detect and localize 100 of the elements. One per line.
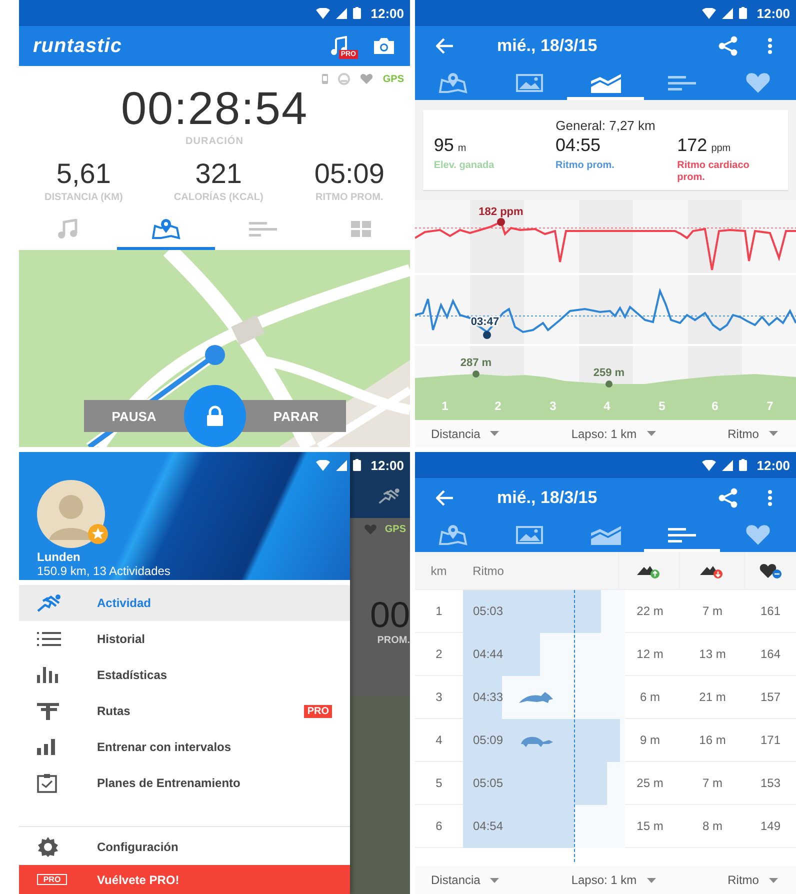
elevation-min-label: 259 m	[593, 367, 625, 379]
more-icon	[768, 38, 772, 54]
table-cell-text: 6 m	[638, 689, 661, 706]
upgrade-label: Vuélvete PRO!	[97, 872, 180, 886]
grid-icon	[351, 220, 372, 236]
table-cell-text: 9 m	[638, 732, 661, 749]
clock: 12:00	[756, 6, 790, 20]
screen-title: mié., 18/3/15	[497, 36, 598, 56]
signal-icon	[722, 460, 733, 470]
dropdown[interactable]: Lapso: 1 km	[571, 426, 656, 440]
dropdown[interactable]: Distancia	[431, 426, 500, 440]
signpost-icon	[37, 702, 59, 720]
table-cell-text: 25 m	[636, 775, 664, 792]
battery-icon	[352, 7, 361, 19]
wifi-icon	[316, 8, 330, 18]
table-cell-text: 15 m	[636, 818, 664, 835]
heart-icon	[364, 524, 377, 535]
dropdown[interactable]: Lapso: 1 km	[571, 873, 656, 887]
settings-item[interactable]: Configuración	[19, 829, 350, 865]
table-cell: 04:54	[473, 819, 504, 833]
table-cell-text: 164	[759, 646, 782, 663]
km-label: 6	[712, 399, 718, 413]
profile-name: Lunden	[37, 550, 82, 564]
pro-badge: PRO	[304, 704, 332, 718]
clock: 12:00	[756, 458, 790, 472]
stat-value: 05:09	[314, 159, 384, 189]
clipboard-check-icon	[37, 773, 57, 793]
peak-marker	[472, 370, 480, 378]
stat-value: 321	[195, 159, 242, 189]
stat-unit: m	[458, 143, 466, 154]
km-label: 7	[766, 399, 774, 413]
table-cell-text: 8 m	[701, 818, 724, 835]
stat-value: 5,61	[56, 159, 111, 189]
table-cell-text: 5	[434, 775, 444, 792]
table-cell: 04:44	[473, 647, 504, 661]
signal-icon	[722, 8, 733, 18]
dropdown[interactable]: Ritmo	[728, 426, 778, 440]
stat-value: 04:55	[555, 135, 601, 156]
table-cell-text: 6	[434, 818, 444, 835]
image-icon	[516, 74, 543, 92]
elevation-max-label: 287 m	[460, 357, 492, 369]
table-cell-text: 12 m	[636, 646, 664, 663]
user-silhouette-icon	[37, 480, 105, 548]
table-cell-text: 7 m	[701, 775, 724, 792]
share-icon	[718, 36, 738, 56]
menu-item[interactable]: Entrenar con intervalos	[19, 729, 350, 765]
menu-item[interactable]: Planes de Entrenamiento	[19, 765, 350, 801]
list-icon	[37, 632, 61, 646]
map-pin-icon	[438, 72, 468, 94]
battery-icon	[738, 459, 747, 471]
table-cell-text: 7 m	[701, 603, 724, 620]
km-label: 1	[442, 399, 448, 413]
table-cell: 05:09	[473, 733, 504, 747]
share-icon	[718, 488, 738, 508]
table-cell-text: 21 m	[698, 689, 727, 706]
map-pin-icon	[150, 218, 181, 240]
battery-icon	[738, 7, 747, 19]
runner-icon	[37, 594, 63, 612]
profile-summary: 150.9 km, 13 Actividades	[37, 564, 172, 578]
gps-indicator: GPS	[384, 524, 406, 535]
back-arrow-icon	[436, 38, 454, 54]
stat-unit: ppm	[711, 143, 731, 154]
caret-icon	[490, 878, 500, 882]
star-badge-icon	[88, 524, 108, 544]
km-label: 2	[494, 399, 502, 413]
caret-icon	[768, 431, 778, 436]
runner-icon	[378, 488, 402, 504]
table-cell-text: 4	[434, 732, 444, 749]
dropdown[interactable]: Distancia	[431, 873, 500, 887]
table-cell-text: 16 m	[698, 732, 727, 749]
gps-indicator: GPS	[382, 74, 404, 84]
stat-label: Ritmo cardiaco prom.	[677, 160, 750, 184]
menu-item[interactable]: Rutas PRO	[19, 693, 350, 729]
caret-icon	[490, 431, 500, 436]
signal-icon	[336, 460, 347, 470]
signal-bars-icon	[37, 739, 55, 755]
peak-marker	[483, 331, 491, 339]
menu-item[interactable]: Historial	[19, 621, 350, 657]
music-note-icon	[56, 218, 79, 238]
caret-icon	[768, 878, 778, 882]
app-logo: runtastic	[33, 34, 122, 58]
dropdown[interactable]: Ritmo	[728, 873, 778, 887]
wifi-icon	[316, 460, 330, 470]
map-pin-icon	[438, 524, 468, 546]
caret-icon	[646, 431, 656, 436]
clock: 12:00	[370, 6, 404, 20]
pro-badge: PRO	[37, 874, 67, 885]
table-cell-text: 153	[759, 775, 782, 792]
upgrade-button[interactable]: PRO Vuélvete PRO!	[19, 865, 350, 894]
peak-marker	[497, 218, 505, 226]
phone-icon	[322, 74, 328, 84]
km-label: 3	[550, 399, 556, 413]
table-cell-text: 157	[759, 689, 782, 706]
table-cell: 05:03	[473, 604, 504, 618]
menu-item[interactable]: Estadísticas	[19, 657, 350, 693]
column-header: Ritmo	[472, 564, 504, 578]
table-cell: 05:05	[473, 776, 504, 790]
list-icon	[668, 526, 696, 542]
table-cell-text: 171	[759, 732, 782, 749]
heart-peak-label: 182 ppm	[478, 206, 524, 218]
